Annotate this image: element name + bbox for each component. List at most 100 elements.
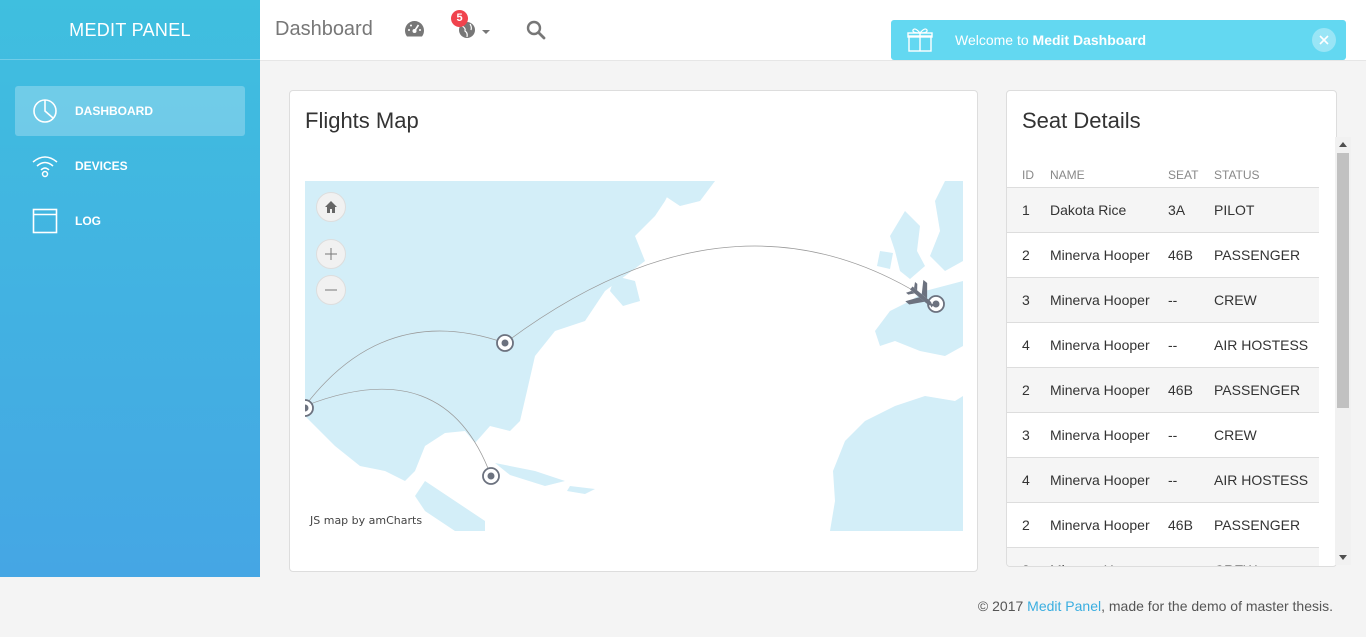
cell-status: AIR HOSTESS xyxy=(1214,457,1319,503)
table-row[interactable]: 3Minerva Hooper--CREW xyxy=(1007,412,1319,458)
sidebar-item-label: LOG xyxy=(75,214,101,228)
cell-name: Dakota Rice xyxy=(1050,187,1168,233)
table-row[interactable]: 2 Minerva Hooper 46B PASSENGER xyxy=(1007,232,1319,278)
world-map-svg xyxy=(305,181,963,531)
cell-id: 2 xyxy=(1007,232,1050,278)
table-row[interactable]: 1 Dakota Rice 3A PILOT xyxy=(1007,187,1319,233)
sidebar-item-log[interactable]: LOG xyxy=(15,196,245,246)
cell-id: 1 xyxy=(1007,187,1050,233)
minus-icon xyxy=(325,289,337,291)
city-marker xyxy=(482,467,500,485)
footer-link[interactable]: Medit Panel xyxy=(1027,598,1101,614)
cell-id: 4 xyxy=(1007,322,1050,368)
home-icon xyxy=(325,201,337,213)
table-row[interactable]: 3Minerva Hooper--CREW xyxy=(1007,277,1319,323)
north-america-landmass xyxy=(305,181,675,481)
sidebar-item-label: DEVICES xyxy=(75,159,128,173)
footer-text: , made for the demo of master thesis. xyxy=(1101,598,1333,614)
cell-seat: -- xyxy=(1168,277,1214,323)
cell-seat: -- xyxy=(1168,457,1214,503)
table-row[interactable]: 2 Minerva Hooper 46B PASSENGER xyxy=(1007,502,1319,548)
newfoundland-landmass xyxy=(610,276,640,306)
cell-status: AIR HOSTESS xyxy=(1214,322,1319,368)
cell-id: 3 xyxy=(1007,547,1050,566)
footer-copyright: © 2017 xyxy=(977,598,1028,614)
column-header-id: ID xyxy=(1007,159,1050,188)
scroll-thumb[interactable] xyxy=(1337,153,1349,408)
seat-table-scrollbar[interactable] xyxy=(1335,137,1351,565)
city-marker xyxy=(496,334,514,352)
seat-details-title: Seat Details xyxy=(1022,108,1141,133)
cell-name: Minerva Hooper xyxy=(1050,502,1168,548)
sidebar-nav: DASHBOARD DEVICES LOG xyxy=(0,60,260,246)
cell-id: 2 xyxy=(1007,367,1050,413)
cell-seat: -- xyxy=(1168,322,1214,368)
cell-name: Minerva Hooper xyxy=(1050,457,1168,503)
seat-table-container[interactable]: ID NAME SEAT STATUS 1 Dakota Rice 3A PILOT 2… xyxy=(1007,159,1319,566)
map-credit-link[interactable]: JS map by amCharts xyxy=(310,514,422,527)
column-header-name: NAME xyxy=(1050,159,1168,188)
cell-seat: 3A xyxy=(1168,187,1214,233)
column-header-status: STATUS xyxy=(1214,159,1319,188)
cell-status: CREW xyxy=(1214,547,1319,566)
plus-icon xyxy=(325,248,337,260)
map-zoom-in-button[interactable] xyxy=(316,239,346,269)
table-row[interactable]: 4 Minerva Hooper -- AIR HOSTESS xyxy=(1007,457,1319,503)
flights-map[interactable]: JS map by amCharts xyxy=(305,181,963,531)
cell-seat: 46B xyxy=(1168,367,1214,413)
central-america-landmass xyxy=(415,481,485,531)
search-icon[interactable] xyxy=(526,20,546,45)
cell-seat: 46B xyxy=(1168,502,1214,548)
scroll-down-arrow-icon[interactable] xyxy=(1339,555,1347,560)
notification-prefix: Welcome to xyxy=(955,32,1033,48)
map-home-button[interactable] xyxy=(316,192,346,222)
cell-seat: -- xyxy=(1168,412,1214,458)
city-marker xyxy=(305,399,314,417)
cell-status: CREW xyxy=(1214,277,1319,323)
brand-title[interactable]: MEDIT PANEL xyxy=(0,0,260,60)
welcome-notification: Welcome to Medit Dashboard xyxy=(891,20,1346,60)
cell-status: PASSENGER xyxy=(1214,502,1319,548)
scandinavia-landmass xyxy=(930,181,963,271)
cell-status: PASSENGER xyxy=(1214,367,1319,413)
notification-highlight: Medit Dashboard xyxy=(1032,32,1147,48)
table-header-row: ID NAME SEAT STATUS xyxy=(1007,159,1319,188)
cell-seat: -- xyxy=(1168,547,1214,566)
sidebar-item-devices[interactable]: DEVICES xyxy=(15,141,245,191)
sidebar-item-dashboard[interactable]: DASHBOARD xyxy=(15,86,245,136)
notification-badge: 5 xyxy=(451,10,468,27)
cell-name: Minerva Hooper xyxy=(1050,232,1168,278)
ireland-landmass xyxy=(877,251,893,269)
dashboard-gauge-icon[interactable] xyxy=(404,20,425,43)
seat-table: ID NAME SEAT STATUS 1 Dakota Rice 3A PILOT 2… xyxy=(1007,159,1319,566)
wifi-icon xyxy=(31,152,59,180)
table-row[interactable]: 4 Minerva Hooper -- AIR HOSTESS xyxy=(1007,322,1319,368)
cell-status: CREW xyxy=(1214,412,1319,458)
gift-icon xyxy=(907,27,933,53)
flights-map-title: Flights Map xyxy=(305,108,419,133)
africa-landmass xyxy=(830,396,963,531)
map-zoom-out-button[interactable] xyxy=(316,275,346,305)
sidebar: MEDIT PANEL DASHBOARD DEVICES LOG xyxy=(0,0,260,577)
caribbean-island xyxy=(567,486,595,494)
caribbean-landmass xyxy=(495,463,565,486)
table-row[interactable]: 2 Minerva Hooper 46B PASSENGER xyxy=(1007,367,1319,413)
uk-landmass xyxy=(890,211,925,279)
cell-name: Minerva Hooper xyxy=(1050,322,1168,368)
seat-details-card: Seat Details ID NAME SEAT STATUS 1 Dakota… xyxy=(1006,90,1337,567)
column-header-seat: SEAT xyxy=(1168,159,1214,188)
cell-name: Minerva Hooper xyxy=(1050,547,1168,566)
cell-name: Minerva Hooper xyxy=(1050,277,1168,323)
cell-name: Minerva Hooper xyxy=(1050,367,1168,413)
flights-map-card: Flights Map JS map by amCharts xyxy=(289,90,978,572)
close-icon xyxy=(1319,35,1329,45)
page-title: Dashboard xyxy=(275,18,373,40)
close-notification-button[interactable] xyxy=(1312,28,1336,52)
cell-id: 3 xyxy=(1007,412,1050,458)
cell-id: 2 xyxy=(1007,502,1050,548)
cell-status: PASSENGER xyxy=(1214,232,1319,278)
table-row[interactable]: 3Minerva Hooper--CREW xyxy=(1007,547,1319,566)
notification-message: Welcome to Medit Dashboard xyxy=(955,32,1146,48)
greenland-landmass xyxy=(660,181,715,206)
scroll-up-arrow-icon[interactable] xyxy=(1339,142,1347,147)
